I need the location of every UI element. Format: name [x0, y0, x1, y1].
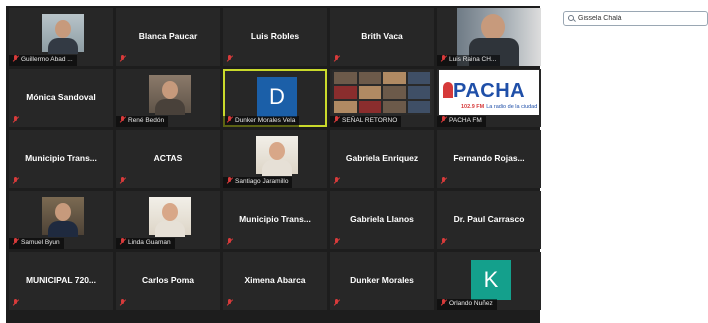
participant-tile[interactable]: PACHA 102.9 FM La radio de la ciudad PACHA … [437, 69, 541, 127]
participant-tile[interactable]: Linda Guaman [116, 191, 220, 249]
participant-tile[interactable]: Fernando Rojas... [437, 130, 541, 188]
participant-caption: Dunker Morales Vela [223, 116, 300, 127]
participant-tile[interactable]: Carlos Poma [116, 252, 220, 310]
search-input[interactable] [578, 15, 698, 22]
muted-mic-icon [13, 238, 19, 246]
participant-caption: Santiago Jaramillo [223, 177, 293, 188]
muted-mic-icon [120, 299, 126, 307]
participant-tile[interactable]: Luis Robles [223, 8, 327, 66]
participant-name: Mónica Sandoval [26, 92, 96, 102]
brand-tagline-text: La radio de la ciudad [486, 104, 538, 110]
participant-video [256, 136, 298, 176]
participant-name: Ximena Abarca [244, 275, 306, 285]
participant-name: Municipio Trans... [25, 153, 97, 163]
participant-search[interactable] [563, 11, 708, 26]
muted-mic-icon [334, 55, 340, 63]
participant-avatar: D [257, 77, 297, 117]
muted-mic-icon [120, 55, 126, 63]
participant-name: Luis Robles [250, 31, 300, 41]
participant-tile[interactable]: ACTAS [116, 130, 220, 188]
muted-mic-icon [441, 299, 447, 307]
muted-mic-icon [13, 55, 19, 63]
participant-tile[interactable]: Municipio Trans... [9, 130, 113, 188]
participant-avatar: K [471, 260, 511, 300]
participant-name: Dunker Morales [350, 275, 414, 285]
participant-name: ACTAS [153, 153, 183, 163]
participant-video [42, 14, 84, 54]
participant-tile[interactable]: Brith Vaca [330, 8, 434, 66]
participant-tile[interactable]: Samuel Byun [9, 191, 113, 249]
muted-mic-icon [227, 299, 233, 307]
participant-grid: Guillermo Abad ... Blanca Paucar Luis Robl… [9, 8, 541, 310]
microphone-icon [443, 82, 453, 98]
participant-tile[interactable]: SEÑAL RETORNO [330, 69, 434, 127]
muted-mic-icon [227, 238, 233, 246]
participant-tile[interactable]: Gabriela Llanos [330, 191, 434, 249]
muted-mic-icon [227, 177, 233, 185]
participant-name: Fernando Rojas... [453, 153, 525, 163]
search-icon [568, 15, 575, 22]
participant-name: Gabriela Enriquez [345, 153, 419, 163]
muted-mic-icon [441, 238, 447, 246]
participant-tile[interactable]: Ximena Abarca [223, 252, 327, 310]
participant-name: Dr. Paul Carrasco [453, 214, 525, 224]
participant-video [42, 197, 84, 237]
participant-video [149, 75, 191, 115]
participant-tile[interactable]: K Orlando Nuñez [437, 252, 541, 310]
muted-mic-icon [13, 177, 19, 185]
participant-tile[interactable]: Luis Raina CH... [437, 8, 541, 66]
muted-mic-icon [334, 299, 340, 307]
participant-tile[interactable]: Santiago Jaramillo [223, 130, 327, 188]
muted-mic-icon [334, 238, 340, 246]
participant-caption: Guillermo Abad ... [9, 55, 77, 66]
muted-mic-icon [120, 177, 126, 185]
muted-mic-icon [441, 55, 447, 63]
muted-mic-icon [13, 299, 19, 307]
muted-mic-icon [227, 55, 233, 63]
muted-mic-icon [441, 116, 447, 124]
muted-mic-icon [120, 116, 126, 124]
participant-tile[interactable]: D Dunker Morales Vela [223, 69, 327, 127]
participant-tile[interactable]: MUNICIPAL 720... [9, 252, 113, 310]
muted-mic-icon [441, 177, 447, 185]
participant-name: Gabriela Llanos [350, 214, 414, 224]
participant-name: Municipio Trans... [239, 214, 311, 224]
radio-logo: PACHA 102.9 FM La radio de la ciudad [439, 70, 539, 115]
participant-tile[interactable]: Municipio Trans... [223, 191, 327, 249]
participant-tile[interactable]: Dunker Morales [330, 252, 434, 310]
muted-mic-icon [120, 238, 126, 246]
muted-mic-icon [334, 177, 340, 185]
brand-tagline: 102.9 FM La radio de la ciudad [461, 104, 537, 110]
participant-tile[interactable]: Dr. Paul Carrasco [437, 191, 541, 249]
participant-tile[interactable]: René Bedón [116, 69, 220, 127]
brand-logo-text: PACHA [453, 80, 526, 102]
participant-tile[interactable]: Gabriela Enriquez [330, 130, 434, 188]
shared-video-collage [332, 70, 432, 115]
muted-mic-icon [334, 116, 340, 124]
brand-frequency: 102.9 FM [461, 104, 485, 110]
participant-caption: SEÑAL RETORNO [330, 116, 402, 127]
participant-name: Blanca Paucar [138, 31, 198, 41]
participant-tile[interactable]: Blanca Paucar [116, 8, 220, 66]
participant-tile[interactable]: Mónica Sandoval [9, 69, 113, 127]
muted-mic-icon [227, 116, 233, 124]
participant-name: Brith Vaca [361, 31, 403, 41]
muted-mic-icon [13, 116, 19, 124]
participant-tile[interactable]: Guillermo Abad ... [9, 8, 113, 66]
participant-name: MUNICIPAL 720... [25, 275, 97, 285]
participant-video [149, 197, 191, 237]
participant-gallery: Guillermo Abad ... Blanca Paucar Luis Robl… [6, 6, 541, 323]
participant-name: Carlos Poma [142, 275, 194, 285]
